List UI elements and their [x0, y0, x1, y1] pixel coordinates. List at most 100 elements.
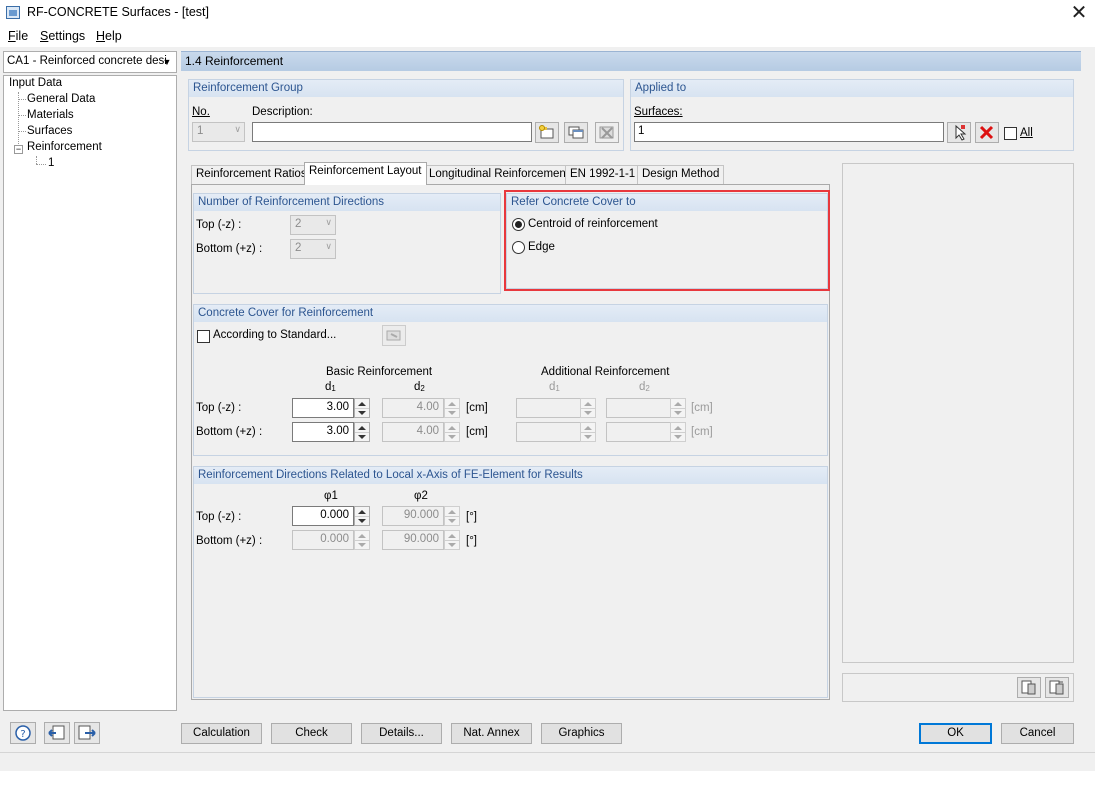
concrete-cover-title: Concrete Cover for Reinforcement [194, 305, 827, 322]
bottom-phi1-stepper[interactable] [354, 530, 370, 550]
concrete-cover-box: Concrete Cover for Reinforcement Accordi… [193, 304, 828, 456]
bottom-add-unit: [cm] [691, 426, 713, 438]
top-phi1-stepper[interactable] [354, 506, 370, 526]
num-directions-box: Number of Reinforcement Directions Top (… [193, 193, 501, 294]
import-icon[interactable] [1045, 677, 1069, 698]
top-d1-stepper[interactable] [354, 398, 370, 418]
dir-top-unit: [°] [466, 511, 477, 523]
top-add-d1-input[interactable] [516, 398, 582, 418]
no-label: No. [192, 106, 210, 118]
cancel-button[interactable]: Cancel [1001, 723, 1074, 744]
top-directions-value: 2 [295, 218, 302, 230]
svg-text:?: ? [20, 729, 25, 740]
tree-item-surfaces[interactable]: Surfaces [27, 125, 72, 137]
case-select[interactable]: CA1 - Reinforced concrete desi ▼ [3, 51, 177, 73]
copy-group-icon[interactable] [564, 122, 588, 143]
top-add-d2-input[interactable] [606, 398, 672, 418]
pick-surfaces-icon[interactable] [947, 122, 971, 143]
menu-settings[interactable]: Settings [40, 29, 85, 43]
top-directions-label: Top (-z) : [196, 219, 242, 231]
description-label: Description: [252, 106, 313, 118]
bottom-directions-value: 2 [295, 242, 302, 254]
top-d2-input[interactable]: 4.00 [382, 398, 444, 418]
tree-root-input-data[interactable]: Input Data [9, 77, 62, 89]
group-no-select[interactable]: 1 ∨ [192, 122, 245, 142]
all-checkbox[interactable] [1004, 127, 1017, 140]
top-phi2-stepper[interactable] [444, 506, 460, 526]
bottom-phi2-stepper[interactable] [444, 530, 460, 550]
top-phi2-input[interactable]: 90.000 [382, 506, 444, 526]
info-panel [842, 163, 1074, 663]
previous-icon[interactable] [44, 722, 70, 744]
tree-item-reinforcement[interactable]: Reinforcement [27, 141, 102, 153]
top-d2-stepper[interactable] [444, 398, 460, 418]
cover-top-label: Top (-z) : [196, 402, 242, 414]
bottom-unit: [cm] [466, 426, 488, 438]
details-button[interactable]: Details... [361, 723, 442, 744]
bottom-phi1-input[interactable]: 0.000 [292, 530, 354, 550]
close-icon[interactable]: ✕ [1066, 1, 1092, 25]
menu-file[interactable]: File [8, 29, 28, 43]
applied-to-title: Applied to [631, 80, 1073, 97]
menu-bar: File Settings Help [0, 27, 1095, 47]
bottom-d2-stepper[interactable] [444, 422, 460, 442]
menu-help[interactable]: Help [96, 29, 122, 43]
tab-longitudinal-reinforcement[interactable]: Longitudinal Reinforcement [424, 165, 575, 184]
delete-group-icon[interactable] [595, 122, 619, 143]
info-panel-toolbar [842, 673, 1074, 702]
tab-reinforcement-ratios[interactable]: Reinforcement Ratios [191, 165, 312, 184]
collapse-icon[interactable]: − [14, 145, 23, 154]
reinforcement-group-title: Reinforcement Group [189, 80, 623, 97]
bottom-directions-select[interactable]: 2 ∨ [290, 239, 336, 259]
bottom-add-d2-input[interactable] [606, 422, 672, 442]
dir-bottom-label: Bottom (+z) : [196, 535, 263, 547]
bottom-add-d1-stepper[interactable] [580, 422, 596, 442]
chevron-down-icon: ∨ [325, 217, 332, 227]
tab-design-method[interactable]: Design Method [637, 165, 725, 184]
app-icon [6, 6, 20, 19]
d1-header: d1 [325, 381, 336, 393]
top-directions-select[interactable]: 2 ∨ [290, 215, 336, 235]
all-label: All [1020, 127, 1033, 139]
ok-button[interactable]: OK [919, 723, 992, 744]
bottom-d1-input[interactable]: 3.00 [292, 422, 354, 442]
top-d1-input[interactable]: 3.00 [292, 398, 354, 418]
tab-reinforcement-layout[interactable]: Reinforcement Layout [304, 162, 427, 185]
graphics-button[interactable]: Graphics [541, 723, 622, 744]
bottom-phi2-input[interactable]: 90.000 [382, 530, 444, 550]
next-icon[interactable] [74, 722, 100, 744]
tree-item-general-data[interactable]: General Data [27, 93, 95, 105]
highlight-box [504, 190, 830, 291]
tree-item-reinforcement-1[interactable]: 1 [48, 157, 54, 169]
top-add-d1-stepper[interactable] [580, 398, 596, 418]
surfaces-input[interactable]: 1 [634, 122, 944, 142]
directions-title: Reinforcement Directions Related to Loca… [194, 467, 827, 484]
tab-en-1992[interactable]: EN 1992-1-1 [565, 165, 641, 184]
calculation-button[interactable]: Calculation [181, 723, 262, 744]
export-icon[interactable] [1017, 677, 1041, 698]
top-phi1-input[interactable]: 0.000 [292, 506, 354, 526]
window-title: RF-CONCRETE Surfaces - [test] [27, 5, 209, 19]
top-add-d2-stepper[interactable] [670, 398, 686, 418]
tree-item-materials[interactable]: Materials [27, 109, 74, 121]
clear-surfaces-icon[interactable] [975, 122, 999, 143]
check-button[interactable]: Check [271, 723, 352, 744]
additional-reinforcement-heading: Additional Reinforcement [541, 366, 670, 378]
description-input[interactable] [252, 122, 532, 142]
according-standard-checkbox[interactable] [197, 330, 210, 343]
bottom-add-d2-stepper[interactable] [670, 422, 686, 442]
new-group-icon[interactable] [535, 122, 559, 143]
page-title: 1.4 Reinforcement [181, 51, 1081, 71]
phi2-header: φ2 [414, 490, 428, 502]
chevron-down-icon: ∨ [234, 124, 241, 134]
case-select-value: CA1 - Reinforced concrete desi [7, 55, 167, 67]
chevron-down-icon: ∨ [325, 241, 332, 251]
reinforcement-group-box: Reinforcement Group No. 1 ∨ Description: [188, 79, 624, 151]
bottom-add-d1-input[interactable] [516, 422, 582, 442]
standard-settings-icon[interactable] [382, 325, 406, 346]
bottom-d1-stepper[interactable] [354, 422, 370, 442]
nat-annex-button[interactable]: Nat. Annex [451, 723, 532, 744]
according-standard-label[interactable]: According to Standard... [213, 329, 336, 341]
bottom-d2-input[interactable]: 4.00 [382, 422, 444, 442]
help-icon[interactable]: ? [10, 722, 36, 744]
